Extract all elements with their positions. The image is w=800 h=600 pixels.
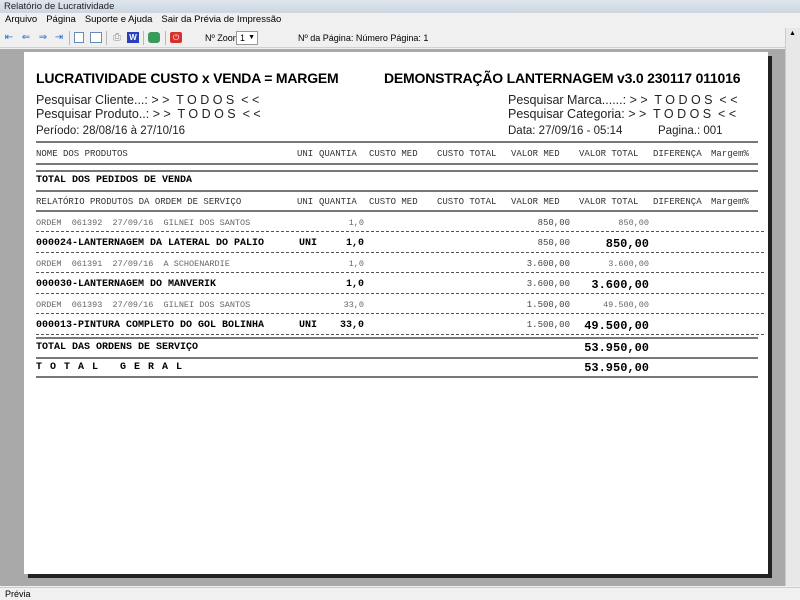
row-divider — [36, 292, 764, 294]
os-header: RELATÓRIO PRODUTOS DA ORDEM DE SERVIÇO — [36, 197, 242, 207]
col-diferenca: DIFERENÇA — [653, 197, 702, 207]
periodo: Período: 28/08/16 à 27/10/16 — [36, 125, 185, 137]
col-valor-total: VALOR TOTAL — [579, 197, 639, 207]
row-valor-total: 3.600,00 — [591, 277, 649, 292]
col-uni: UNI — [297, 149, 314, 159]
row-description: ORDEM 061393 27/09/16 GILNEI DOS SANTOS — [36, 300, 251, 310]
os-total-value: 53.950,00 — [584, 341, 649, 355]
two-page-icon[interactable] — [90, 32, 102, 43]
row-description: 000024-LANTERNAGEM DA LATERAL DO PALIO — [36, 237, 265, 249]
row-valor-total: 850,00 — [618, 218, 649, 228]
menu-pagina[interactable]: Página — [46, 13, 76, 27]
col-custo-med: CUSTO MED — [369, 197, 418, 207]
close-preview-icon[interactable]: ⏻ — [170, 32, 182, 43]
zoom-select[interactable]: 1 ▼ — [236, 31, 258, 45]
geral-value: 53.950,00 — [584, 361, 649, 375]
row-quantia: 1,0 — [348, 259, 364, 269]
row-divider — [36, 333, 764, 335]
row-description: ORDEM 061391 27/09/16 A SCHOENARDIE — [36, 259, 230, 269]
col-custo-total: CUSTO TOTAL — [437, 197, 497, 207]
col-nome: NOME DOS PRODUTOS — [36, 149, 128, 159]
single-page-icon[interactable] — [74, 32, 84, 43]
row-divider — [36, 272, 764, 273]
geral-label: T O T A L G E R A L — [36, 362, 184, 373]
report-page: LUCRATIVIDADE CUSTO x VENDA = MARGEM DEM… — [24, 52, 768, 574]
report-title: LUCRATIVIDADE CUSTO x VENDA = MARGEM — [36, 70, 339, 86]
prev-page-icon[interactable]: ⇐ — [20, 32, 32, 43]
row-divider — [36, 313, 764, 314]
last-page-icon[interactable]: ⇥ — [53, 32, 65, 43]
menu-arquivo[interactable]: Arquivo — [5, 13, 37, 27]
row-quantia: 33,0 — [343, 300, 364, 310]
row-quantia: 1,0 — [348, 218, 364, 228]
os-total-label: TOTAL DAS ORDENS DE SERVIÇO — [36, 342, 199, 353]
filter-marca: Pesquisar Marca......: > > T O D O S < < — [508, 93, 738, 107]
row-divider — [36, 251, 764, 253]
row-description: ORDEM 061392 27/09/16 GILNEI DOS SANTOS — [36, 218, 251, 228]
scroll-up-icon[interactable]: ▲ — [789, 30, 796, 37]
first-page-icon[interactable]: ⇤ — [3, 32, 15, 43]
col-quantia: QUANTIA — [319, 149, 357, 159]
data: Data: 27/09/16 - 05:14 — [508, 125, 623, 137]
col-valor-med: VALOR MED — [511, 197, 560, 207]
pagina: Pagina.: 001 — [658, 125, 723, 137]
pedidos-total-label: TOTAL DOS PEDIDOS DE VENDA — [36, 175, 193, 186]
chevron-down-icon: ▼ — [248, 34, 255, 41]
toolbar: ⇤ ⇐ ⇒ ⇥ ⎙ W ⏻ Nº Zoom 1 ▼ Nº da Página: N… — [0, 28, 800, 48]
filter-cliente: Pesquisar Cliente...: > > T O D O S < < — [36, 93, 260, 107]
col-margem: Margem% — [711, 197, 749, 207]
window-title: Relatório de Lucratividade — [0, 0, 800, 13]
status-bar: Prévia — [0, 587, 800, 600]
menu-suporte[interactable]: Suporte e Ajuda — [85, 13, 153, 27]
col-custo-med: CUSTO MED — [369, 149, 418, 159]
zoom-value: 1 — [240, 33, 246, 43]
report-subtitle: DEMONSTRAÇÃO LANTERNAGEM v3.0 230117 011… — [384, 70, 741, 86]
col-margem: Margem% — [711, 149, 749, 159]
menu-sair[interactable]: Sair da Prévia de Impressão — [161, 13, 281, 27]
export-icon[interactable] — [148, 32, 160, 43]
next-page-icon[interactable]: ⇒ — [37, 32, 49, 43]
row-description: 000013-PINTURA COMPLETO DO GOL BOLINHA — [36, 319, 265, 331]
col-uni: UNI — [297, 197, 314, 207]
filter-categoria: Pesquisar Categoria: > > T O D O S < < — [508, 107, 737, 121]
page-number: Nº da Página: Número Página: 1 — [298, 33, 429, 43]
row-valor-total: 49.500,00 — [584, 318, 649, 333]
filter-produto: Pesquisar Produto..: > > T O D O S < < — [36, 107, 261, 121]
row-valor-total: 49.500,00 — [603, 300, 649, 310]
row-valor-total: 850,00 — [605, 236, 649, 251]
zoom-label: Nº Zoom — [205, 33, 241, 43]
col-quantia: QUANTIA — [319, 197, 357, 207]
row-quantia: 33,0 — [339, 319, 364, 331]
row-valor-total: 3.600,00 — [608, 259, 649, 269]
row-quantia: 1,0 — [345, 237, 364, 249]
row-description: 000030-LANTERNAGEM DO MANVERIK — [36, 278, 217, 290]
vertical-scrollbar[interactable]: ▲ — [785, 28, 800, 586]
print-icon[interactable]: ⎙ — [111, 32, 123, 43]
col-valor-total: VALOR TOTAL — [579, 149, 639, 159]
row-quantia: 1,0 — [345, 278, 364, 290]
col-diferenca: DIFERENÇA — [653, 149, 702, 159]
col-valor-med: VALOR MED — [511, 149, 560, 159]
word-export-icon[interactable]: W — [127, 32, 139, 43]
col-custo-total: CUSTO TOTAL — [437, 149, 497, 159]
row-divider — [36, 231, 764, 232]
menu-bar: Arquivo Página Suporte e Ajuda Sair da P… — [0, 13, 800, 27]
